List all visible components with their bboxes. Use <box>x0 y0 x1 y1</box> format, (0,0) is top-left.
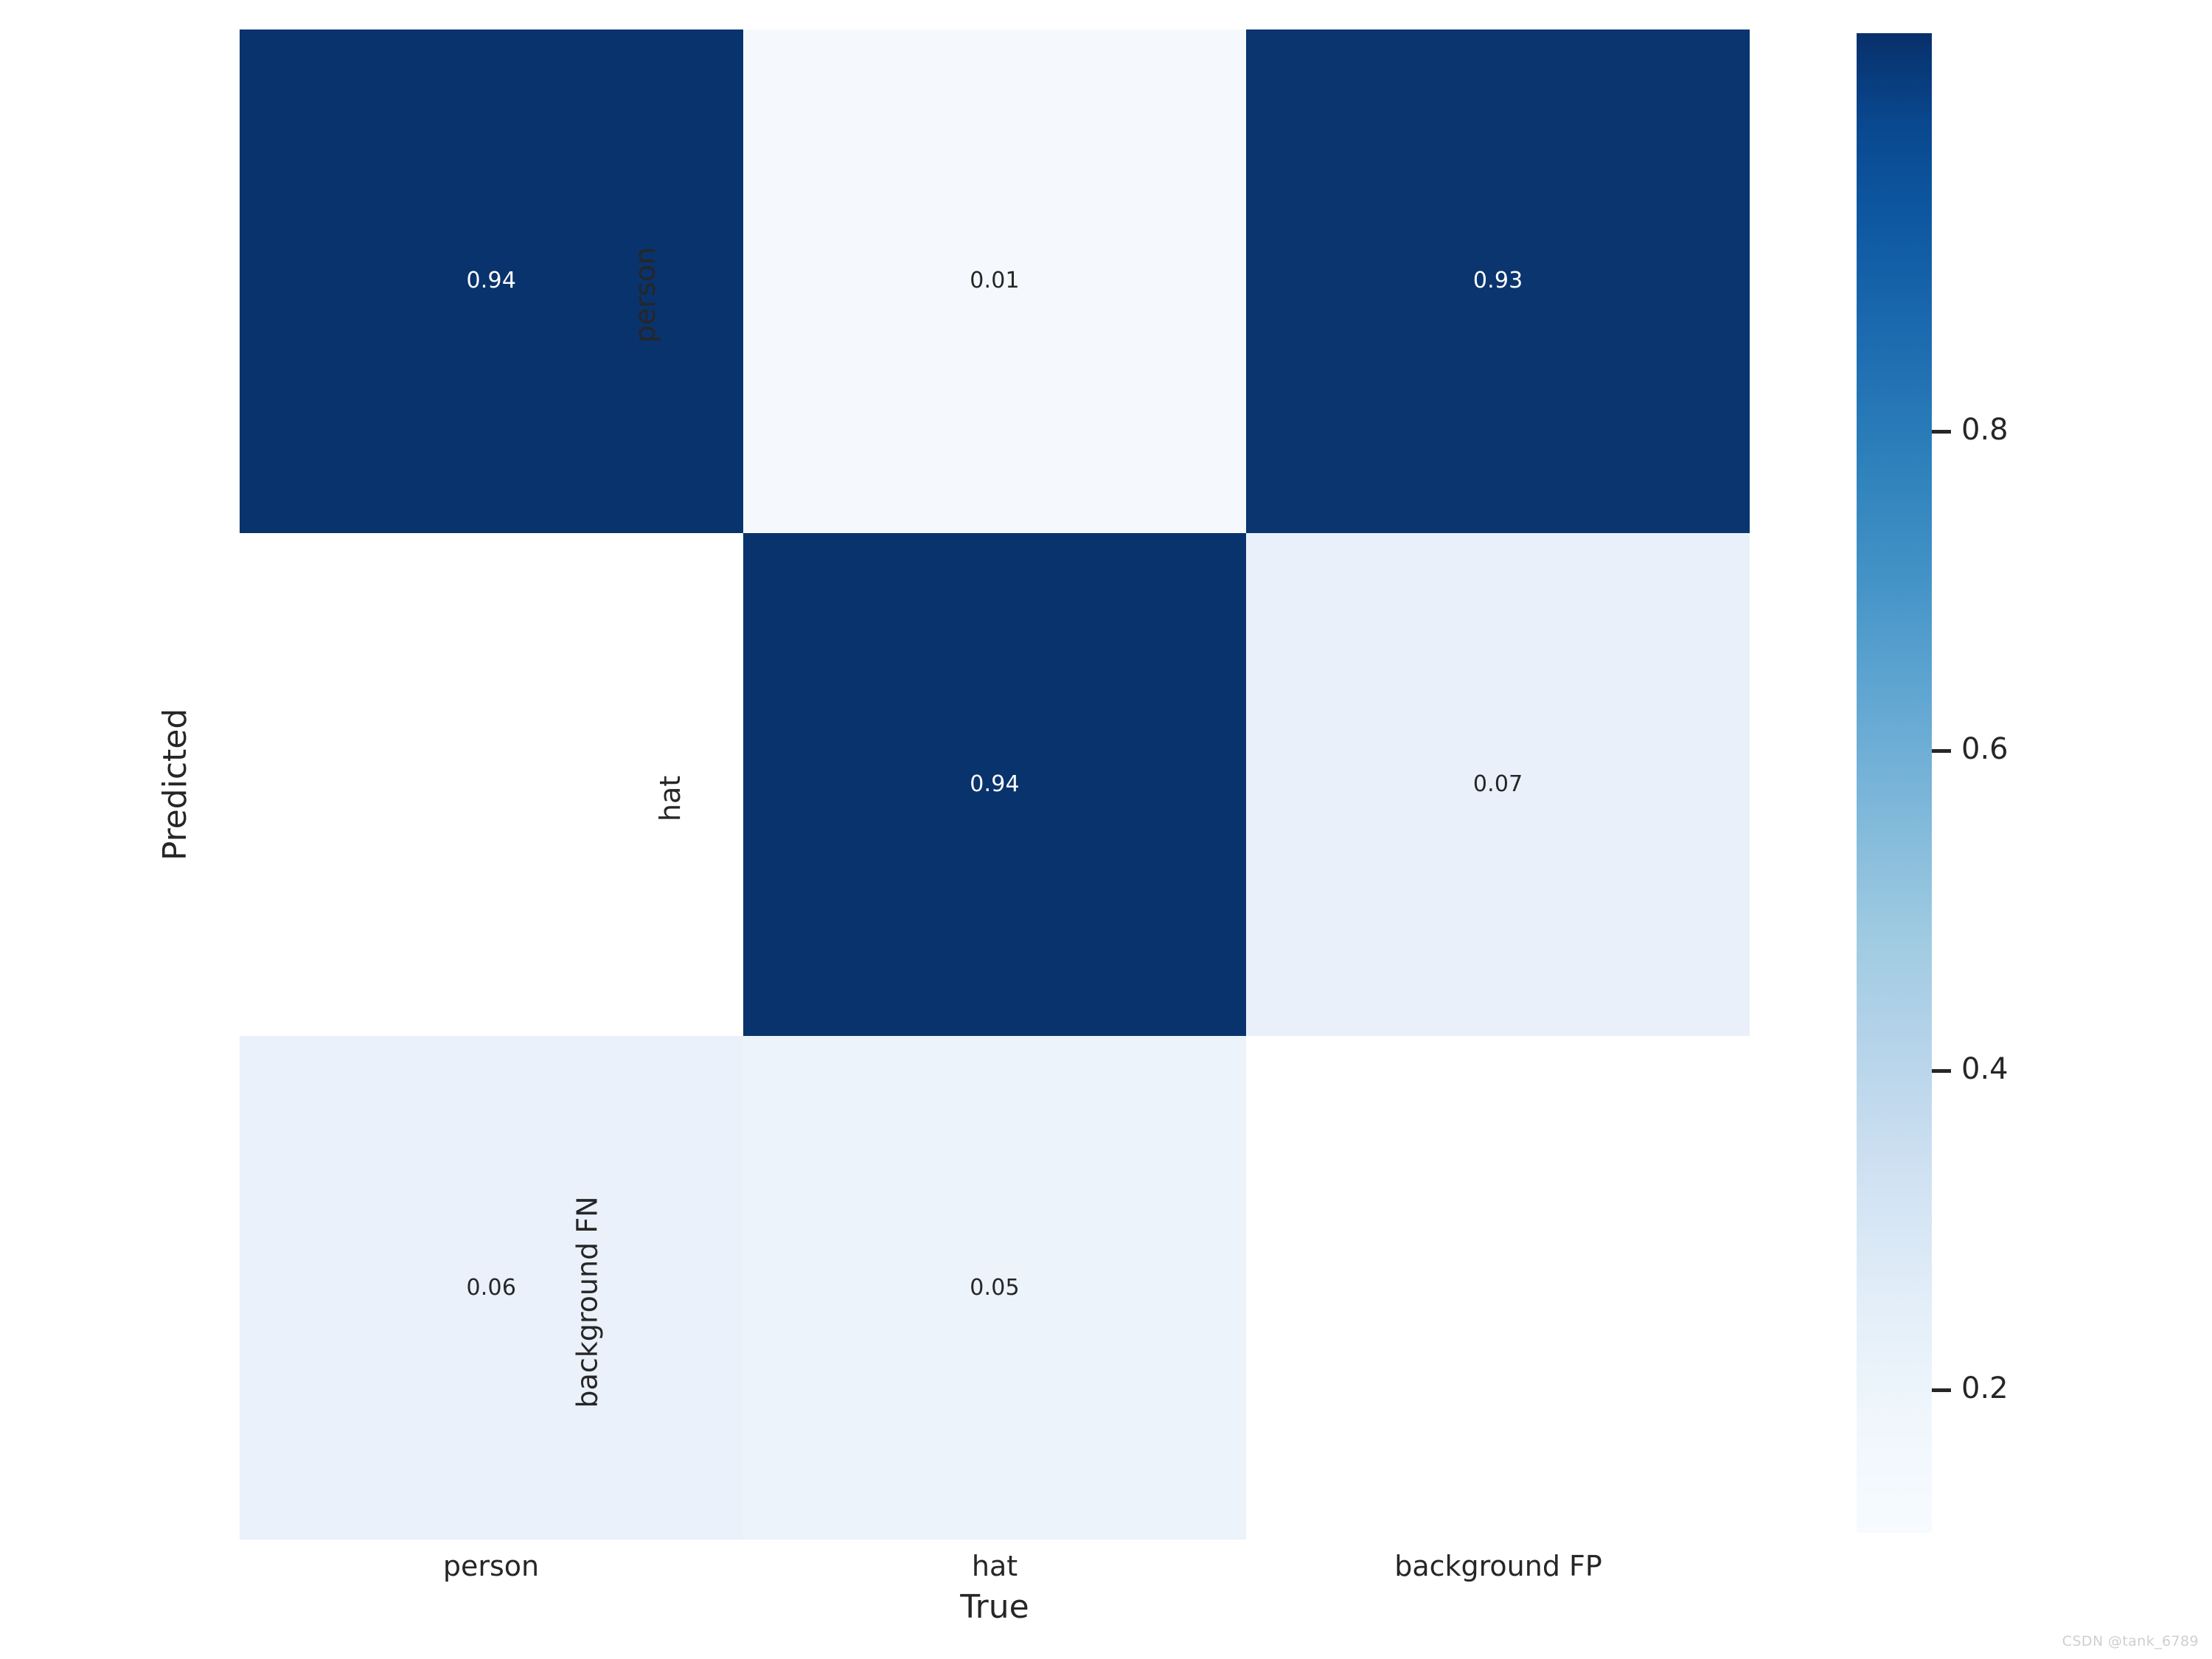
cell-value: 0.01 <box>970 268 1020 294</box>
colorbar-tick-mark-0.8 <box>1932 430 1951 434</box>
heatmap-cell-hat-backgroundfp[interactable]: 0.07 <box>1246 532 1750 1037</box>
colorbar-tick-mark-0.6 <box>1932 749 1951 753</box>
colorbar-tick-mark-0.4 <box>1932 1069 1951 1073</box>
heatmap-cell-backgroundfn-person[interactable]: 0.06 <box>240 1036 743 1540</box>
y-tick-label-person: person <box>628 246 661 344</box>
y-axis-title: Predicted <box>156 708 194 861</box>
heatmap-cell-backgroundfn-backgroundfp[interactable] <box>1246 1036 1750 1540</box>
cell-value: 0.05 <box>970 1274 1020 1301</box>
confusion-matrix-figure: 0.94 0.01 0.93 0.94 0.07 0.06 0.05 perso… <box>0 0 2212 1659</box>
colorbar[interactable]: 0.2 0.4 0.6 0.8 <box>1857 33 2008 1533</box>
x-tick-label-person: person <box>442 1550 540 1582</box>
colorbar-tick-mark-0.2 <box>1932 1388 1951 1392</box>
colorbar-tick-label-0.8: 0.8 <box>1961 413 2008 447</box>
y-tick-label-hat: hat <box>653 775 686 822</box>
cell-value: 0.94 <box>466 268 517 294</box>
colorbar-tick-label-0.6: 0.6 <box>1961 732 2008 766</box>
cell-value: 0.06 <box>466 1274 517 1301</box>
x-tick-label-background-fp: background FP <box>1394 1550 1602 1582</box>
cell-value: 0.07 <box>1472 771 1523 797</box>
heatmap-cell-person-hat[interactable]: 0.01 <box>742 29 1247 533</box>
watermark: CSDN @tank_6789 <box>2062 1633 2199 1649</box>
heatmap-grid: 0.94 0.01 0.93 0.94 0.07 0.06 0.05 <box>240 29 1750 1540</box>
colorbar-tick-label-0.2: 0.2 <box>1961 1371 2008 1405</box>
x-tick-label-hat: hat <box>971 1550 1018 1582</box>
cell-value: 0.93 <box>1472 268 1523 294</box>
heatmap-cell-backgroundfn-hat[interactable]: 0.05 <box>742 1036 1247 1540</box>
cell-value: 0.94 <box>970 771 1020 797</box>
y-tick-label-background-fn: background FN <box>571 1196 604 1408</box>
colorbar-gradient <box>1857 33 1932 1533</box>
x-axis-title: True <box>960 1588 1029 1626</box>
heatmap-cell-hat-hat[interactable]: 0.94 <box>742 532 1247 1037</box>
heatmap-cell-person-backgroundfp[interactable]: 0.93 <box>1246 29 1750 533</box>
colorbar-tick-label-0.4: 0.4 <box>1961 1052 2008 1086</box>
heatmap-cell-person-person[interactable]: 0.94 <box>240 29 743 533</box>
